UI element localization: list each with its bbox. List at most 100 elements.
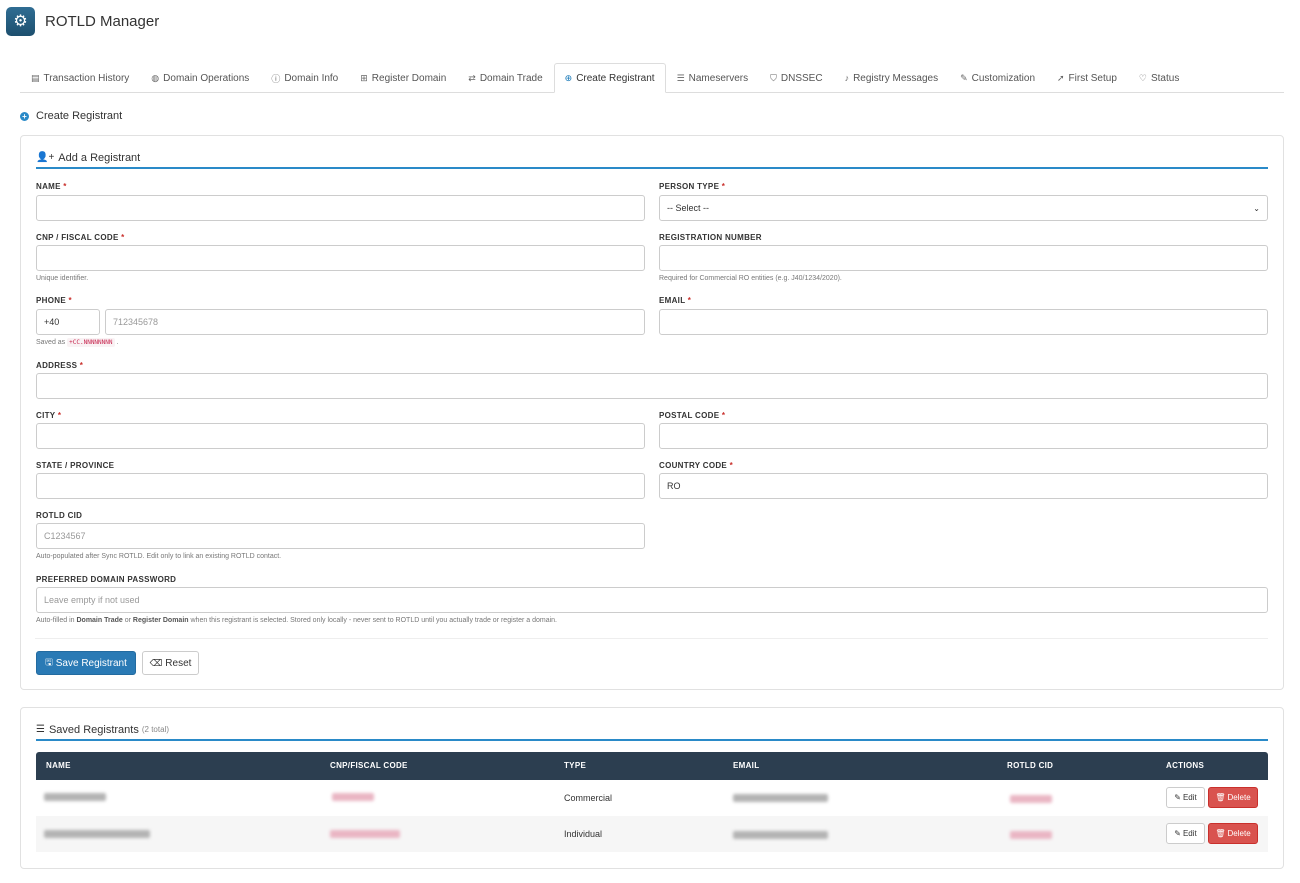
- domain-password-label: PREFERRED DOMAIN PASSWORD: [36, 575, 177, 584]
- state-label: STATE / PROVINCE: [36, 461, 115, 470]
- phone-number-input[interactable]: 712345678: [105, 309, 645, 335]
- delete-button[interactable]: 🗑 Delete: [1208, 787, 1258, 808]
- tab-label: Transaction History: [43, 72, 130, 84]
- address-label: ADDRESS *: [36, 361, 84, 370]
- country-code-label: COUNTRY CODE *: [659, 461, 734, 470]
- list-icon: ☰: [36, 724, 45, 735]
- column-header-cnp: CNP/FISCAL CODE: [330, 761, 408, 770]
- tab-label: Domain Info: [284, 72, 339, 84]
- phone-prefix-input[interactable]: +40: [36, 309, 100, 335]
- page-title-text: Create Registrant: [36, 110, 123, 122]
- tab-nameservers[interactable]: ☰ Nameservers: [666, 63, 760, 92]
- chevron-down-icon: ⌄: [1253, 203, 1260, 213]
- city-input[interactable]: [36, 423, 645, 449]
- gear-icon: ⚙: [6, 6, 35, 36]
- form-divider: [35, 638, 1268, 639]
- tab-label: First Setup: [1068, 72, 1117, 84]
- eraser-icon: ⌫: [149, 657, 163, 668]
- app-title: ROTLD Manager: [45, 12, 160, 30]
- delete-button[interactable]: 🗑 Delete: [1208, 823, 1258, 844]
- tab-bar: ▤ Transaction History ◍ Domain Operation…: [20, 63, 1284, 93]
- pencil-icon: ✎: [1174, 829, 1181, 838]
- tab-domain-operations[interactable]: ◍ Domain Operations: [140, 63, 260, 92]
- rotld-cid-help: Auto-populated after Sync ROTLD. Edit on…: [36, 553, 282, 560]
- table-header: NAME CNP/FISCAL CODE TYPE EMAIL ROTLD CI…: [36, 752, 1268, 780]
- tab-first-setup[interactable]: ➚ First Setup: [1046, 63, 1128, 92]
- cnp-input[interactable]: [36, 245, 645, 271]
- tab-label: DNSSEC: [780, 72, 823, 84]
- paint-brush-icon: ✎: [960, 72, 968, 83]
- page-title: + Create Registrant: [20, 108, 122, 124]
- name-label: NAME *: [36, 182, 67, 191]
- exchange-icon: ⇄: [468, 72, 476, 83]
- registration-number-input[interactable]: [659, 245, 1268, 271]
- bell-icon: ♪: [844, 73, 850, 83]
- list-alt-icon: ▤: [31, 72, 40, 83]
- saved-registrants-heading: ☰ Saved Registrants (2 total): [36, 720, 1268, 741]
- redacted-name: [44, 830, 150, 838]
- redacted-cnp: [332, 793, 374, 801]
- person-type-value: -- Select --: [667, 203, 710, 213]
- email-label: EMAIL *: [659, 296, 692, 305]
- domain-password-help: Auto-filled in Domain Trade or Register …: [36, 617, 558, 624]
- tab-label: Create Registrant: [576, 72, 655, 84]
- tab-create-registrant[interactable]: ⊕ Create Registrant: [553, 63, 666, 93]
- postal-code-input[interactable]: [659, 423, 1268, 449]
- column-header-email: EMAIL: [733, 761, 760, 770]
- type-cell: Commercial: [564, 793, 613, 803]
- email-input[interactable]: [659, 309, 1268, 335]
- domain-password-input[interactable]: Leave empty if not used: [36, 587, 1268, 613]
- tab-transaction-history[interactable]: ▤ Transaction History: [20, 63, 140, 92]
- rotld-cid-input[interactable]: C1234567: [36, 523, 645, 549]
- saved-count: (2 total): [141, 725, 169, 734]
- phone-help: Saved as +CC.NNNNNNNN .: [36, 338, 119, 347]
- reset-button[interactable]: ⌫ Reset: [142, 651, 199, 675]
- tab-label: Nameservers: [688, 72, 749, 84]
- address-input[interactable]: [36, 373, 1268, 399]
- info-circle-icon: ⓘ: [271, 73, 281, 84]
- plus-circle-icon: +: [20, 111, 29, 121]
- tab-label: Customization: [971, 72, 1035, 84]
- tab-domain-info[interactable]: ⓘ Domain Info: [260, 63, 349, 92]
- column-header-actions: ACTIONS: [1166, 761, 1205, 770]
- panel-title: Add a Registrant: [58, 151, 141, 164]
- heartbeat-icon: ♡: [1138, 72, 1147, 83]
- trash-icon: 🗑: [1215, 793, 1226, 802]
- edit-button[interactable]: ✎ Edit: [1166, 787, 1205, 808]
- rotld-cid-label: ROTLD CID: [36, 511, 83, 520]
- tab-dnssec[interactable]: ⛉ DNSSEC: [759, 63, 833, 92]
- tab-register-domain[interactable]: ⊞ Register Domain: [349, 63, 457, 92]
- type-cell: Individual: [564, 829, 603, 839]
- tab-label: Registry Messages: [853, 72, 939, 84]
- tab-registry-messages[interactable]: ♪ Registry Messages: [834, 63, 950, 92]
- country-code-input[interactable]: RO: [659, 473, 1268, 499]
- redacted-email: [733, 794, 828, 802]
- plus-circle-icon: ⊕: [564, 72, 573, 83]
- column-header-name: NAME: [46, 761, 71, 770]
- person-type-select[interactable]: -- Select -- ⌄: [659, 195, 1268, 221]
- shield-icon: ⛉: [770, 72, 777, 83]
- tab-customization[interactable]: ✎ Customization: [949, 63, 1046, 92]
- globe-icon: ◍: [151, 72, 160, 83]
- redacted-cnp: [330, 830, 400, 838]
- table-row: Individual ✎ Edit 🗑 Delete: [36, 816, 1268, 852]
- tab-label: Domain Operations: [163, 72, 250, 84]
- registration-number-label: REGISTRATION NUMBER: [659, 233, 762, 242]
- tab-domain-trade[interactable]: ⇄ Domain Trade: [457, 63, 553, 92]
- tab-status[interactable]: ♡ Status: [1128, 63, 1190, 92]
- state-input[interactable]: [36, 473, 645, 499]
- plus-square-icon: ⊞: [360, 72, 368, 83]
- name-input[interactable]: [36, 195, 645, 221]
- table-row: Commercial ✎ Edit 🗑 Delete: [36, 780, 1268, 816]
- postal-code-label: POSTAL CODE *: [659, 411, 726, 420]
- column-header-cid: ROTLD CID: [1007, 761, 1054, 770]
- tab-label: Domain Trade: [479, 72, 543, 84]
- save-registrant-button[interactable]: 🖫 Save Registrant: [36, 651, 136, 675]
- edit-button[interactable]: ✎ Edit: [1166, 823, 1205, 844]
- saved-title: Saved Registrants: [48, 723, 139, 736]
- user-plus-icon: 👤+: [36, 152, 55, 163]
- pencil-icon: ✎: [1174, 793, 1181, 802]
- redacted-name: [44, 793, 106, 801]
- redacted-cid: [1010, 831, 1052, 839]
- redacted-email: [733, 831, 828, 839]
